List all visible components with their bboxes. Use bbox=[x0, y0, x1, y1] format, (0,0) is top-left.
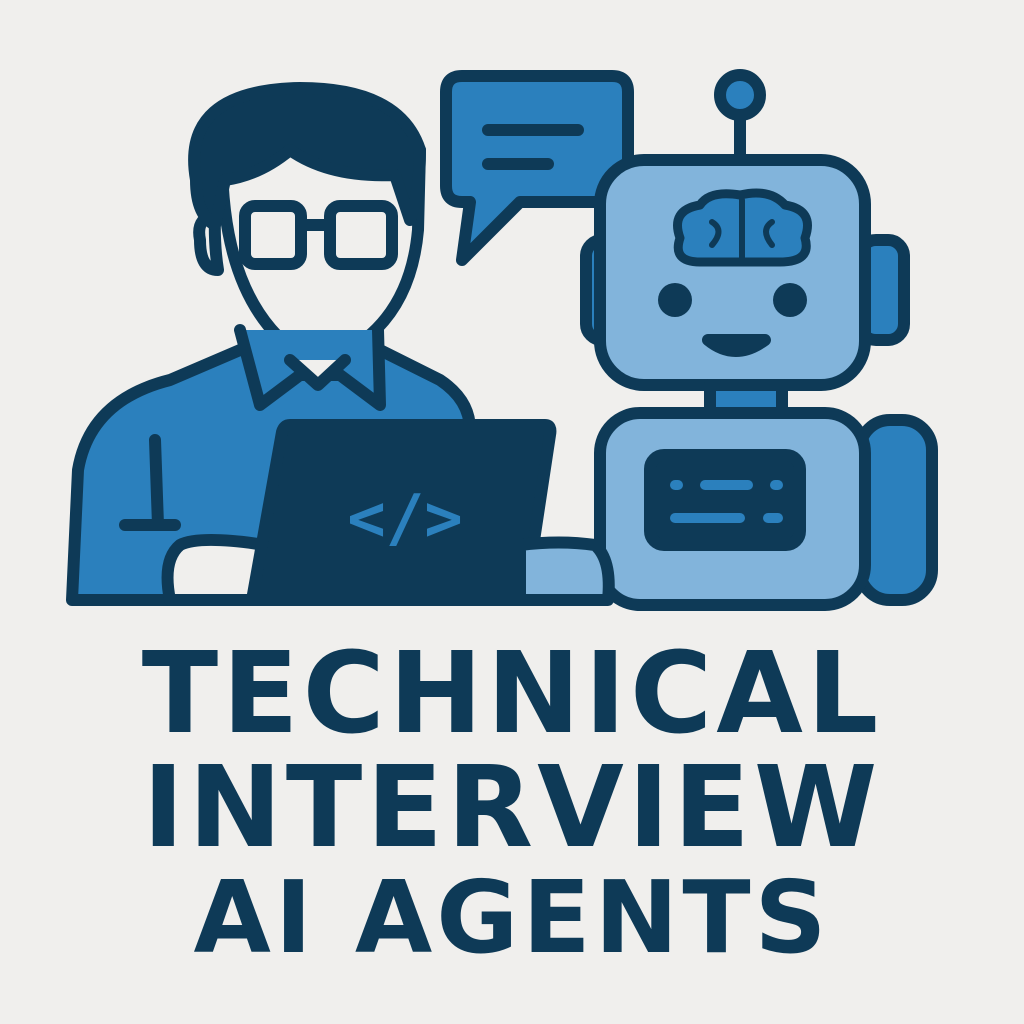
brain-icon bbox=[673, 188, 812, 267]
illustration: </> bbox=[66, 69, 938, 611]
title-line-1: TECHNICAL bbox=[141, 629, 883, 759]
title-line-2: INTERVIEW bbox=[142, 743, 882, 873]
laptop-icon: </> bbox=[246, 419, 557, 606]
code-symbol: </> bbox=[347, 482, 463, 556]
title-line-3: AI AGENTS bbox=[193, 859, 831, 976]
